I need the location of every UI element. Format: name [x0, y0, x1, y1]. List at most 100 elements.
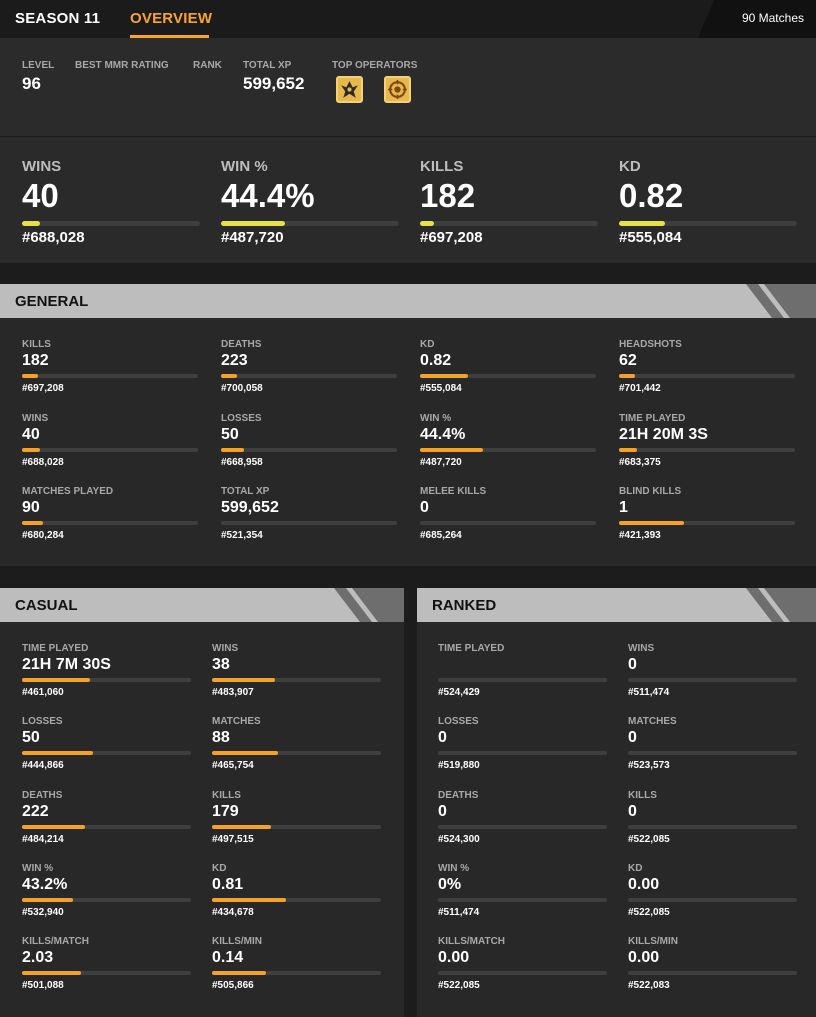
general-stat-losses: LOSSES 50 #668,958 — [221, 413, 397, 468]
stat-progress-bar — [438, 678, 607, 682]
casual-stat-kills-match: KILLS/MATCH 2.03 #501,088 — [22, 936, 191, 991]
general-panel: GENERAL KILLS 182 #697,208 DEATHS 223 #700,05… — [0, 284, 816, 566]
stat-value: 0 — [628, 802, 637, 820]
stat-label: DEATHS — [221, 339, 262, 350]
summary-rank: #688,028 — [22, 229, 85, 246]
stat-label: KD — [420, 339, 435, 350]
stat-value: 0% — [438, 875, 462, 893]
level-label: LEVEL — [22, 60, 55, 71]
ranked-stat-time-played: TIME PLAYED #524,429 — [438, 643, 607, 698]
stat-value: 62 — [619, 352, 637, 369]
general-header: GENERAL — [0, 284, 816, 318]
header-stripe-decoration — [334, 588, 404, 622]
stat-value: 0 — [420, 499, 429, 516]
stat-value: 0 — [438, 729, 447, 747]
stat-progress-bar — [619, 521, 795, 525]
stat-progress-bar — [438, 824, 607, 829]
stat-value: 0.00 — [438, 949, 470, 967]
stat-label: KD — [628, 862, 643, 874]
tab-overview[interactable]: OVERVIEW — [130, 10, 212, 27]
stat-progress-bar — [438, 971, 607, 976]
stat-label: DEATHS — [438, 789, 479, 801]
stat-label: LOSSES — [221, 412, 262, 424]
stat-value: 0 — [628, 729, 637, 747]
stat-rank: #522,083 — [628, 980, 670, 992]
tab-season[interactable]: SEASON 11 — [15, 10, 100, 27]
general-stat-win-pct: WIN % 44.4% #487,720 — [420, 413, 596, 468]
stat-rank: #497,515 — [212, 833, 254, 845]
stat-progress-bar — [221, 447, 397, 452]
ranked-stat-deaths: DEATHS 0 #524,300 — [438, 790, 607, 845]
best-mmr-label: BEST MMR RATING — [75, 60, 169, 71]
stat-label: MATCHES PLAYED — [22, 486, 114, 497]
stat-value: 90 — [22, 499, 40, 516]
stat-label: WIN % — [22, 862, 54, 874]
stat-rank: #697,208 — [22, 383, 64, 394]
stat-progress-bar — [619, 447, 795, 452]
top-nav: SEASON 11 OVERVIEW 90 Matches — [0, 0, 816, 38]
matches-count: 90 Matches — [741, 11, 804, 25]
ranked-stat-losses: LOSSES 0 #519,880 — [438, 716, 607, 771]
stat-rank: #483,907 — [212, 687, 254, 698]
casual-stat-time-played: TIME PLAYED 21H 7M 30S #461,060 — [22, 643, 191, 698]
stat-value: 40 — [22, 425, 40, 443]
general-stat-matches-played: MATCHES PLAYED 90 #680,284 — [22, 486, 198, 541]
casual-stat-win-pct: WIN % 43.2% #532,940 — [22, 863, 191, 918]
stat-rank: #523,573 — [628, 760, 670, 772]
stat-progress-bar — [619, 374, 795, 378]
header-stripe-decoration — [746, 284, 816, 318]
stat-rank: #434,678 — [212, 906, 254, 918]
stat-value: 179 — [212, 802, 239, 820]
general-stat-time-played: TIME PLAYED 21H 20M 3S #683,375 — [619, 413, 795, 468]
stat-rank: #688,028 — [22, 456, 64, 468]
stat-value: 0.82 — [420, 352, 452, 369]
stat-rank: #683,375 — [619, 456, 661, 468]
stat-label: WINS — [628, 643, 655, 654]
panel-title: RANKED — [432, 597, 497, 614]
stat-rank: #532,940 — [22, 906, 64, 918]
stat-rank: #522,085 — [438, 980, 480, 992]
total-xp-label: TOTAL XP — [243, 60, 292, 71]
stat-rank: #524,429 — [438, 687, 480, 698]
summary-value: 182 — [420, 177, 476, 214]
stat-rank: #444,866 — [22, 760, 64, 772]
stat-progress-bar — [420, 521, 596, 525]
operator-badge-icon[interactable] — [384, 76, 411, 103]
stat-rank: #522,085 — [628, 833, 670, 845]
stat-label: KILLS — [22, 339, 51, 350]
stat-progress-bar — [212, 971, 381, 976]
ranked-stat-kills-min: KILLS/MIN 0.00 #522,083 — [628, 936, 797, 991]
stat-value: 599,652 — [221, 499, 279, 516]
rank-label: RANK — [193, 60, 222, 71]
profile-header: LEVEL 96 BEST MMR RATING RANK TOTAL XP 5… — [0, 38, 816, 136]
operator-badge-icon[interactable] — [336, 76, 363, 103]
summary-label: WINS — [22, 158, 62, 175]
stat-label: KILLS/MATCH — [22, 936, 90, 948]
summary-rank: #555,084 — [619, 229, 682, 246]
casual-stat-deaths: DEATHS 222 #484,214 — [22, 790, 191, 845]
ranked-stat-kills-match: KILLS/MATCH 0.00 #522,085 — [438, 936, 607, 991]
general-stat-kd: KD 0.82 #555,084 — [420, 339, 596, 394]
stat-value: 21H 20M 3S — [619, 425, 708, 443]
general-stat-blind-kills: BLIND KILLS 1 #421,393 — [619, 486, 795, 541]
stat-value: 182 — [22, 352, 49, 369]
general-stat-kills: KILLS 182 #697,208 — [22, 339, 198, 394]
stat-progress-bar — [22, 751, 191, 756]
stat-value: 0.00 — [628, 875, 660, 893]
stat-value: 50 — [22, 729, 40, 747]
stat-progress-bar — [628, 897, 797, 902]
stat-rank: #465,754 — [212, 760, 254, 772]
stat-progress-bar — [221, 374, 397, 378]
summary-label: KD — [619, 158, 641, 175]
casual-stat-kd: KD 0.81 #434,678 — [212, 863, 381, 918]
summary-label: KILLS — [420, 158, 464, 175]
stat-progress-bar — [22, 824, 191, 829]
ranked-panel: RANKED TIME PLAYED #524,429 WINS 0 #511,474 L… — [417, 588, 816, 1017]
casual-stat-kills-min: KILLS/MIN 0.14 #505,866 — [212, 936, 381, 991]
casual-stat-wins: WINS 38 #483,907 — [212, 643, 381, 698]
general-stat-headshots: HEADSHOTS 62 #701,442 — [619, 339, 795, 394]
casual-stat-losses: LOSSES 50 #444,866 — [22, 716, 191, 771]
stat-rank: #487,720 — [420, 456, 462, 468]
stat-progress-bar — [438, 897, 607, 902]
stat-label: LOSSES — [438, 716, 479, 728]
